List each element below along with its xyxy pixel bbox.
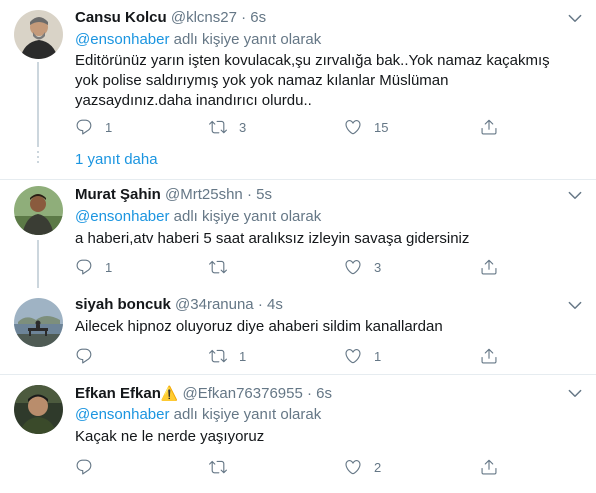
share-icon xyxy=(480,258,498,276)
share-button[interactable] xyxy=(480,117,498,137)
reply-icon xyxy=(75,118,93,136)
thread-line xyxy=(37,240,39,288)
timestamp[interactable]: 6s xyxy=(316,385,332,402)
user-name[interactable]: siyah boncuk xyxy=(75,296,171,313)
reply-button[interactable]: 1 xyxy=(75,117,112,137)
tweet[interactable]: Murat Şahin @Mrt25shn · 5s @ensonhaber a… xyxy=(0,180,596,288)
timestamp[interactable]: 4s xyxy=(267,296,283,313)
tweet-actions: 1 1 xyxy=(75,346,515,366)
user-handle[interactable]: @Efkan76376955 xyxy=(182,385,302,402)
avatar[interactable] xyxy=(14,10,63,59)
separator-dot: · xyxy=(257,296,263,313)
like-count: 1 xyxy=(374,348,382,364)
share-button[interactable] xyxy=(480,257,498,277)
tweet-header: siyah boncuk @34ranuna · 4s xyxy=(75,295,283,315)
chevron-down-icon[interactable] xyxy=(566,384,584,402)
thread-dots xyxy=(36,151,40,166)
user-name[interactable]: Efkan Efkan xyxy=(75,385,161,402)
timestamp[interactable]: 6s xyxy=(250,9,266,26)
retweet-icon xyxy=(209,258,227,276)
tweet-text: a haberi,atv haberi 5 saat aralıksız izl… xyxy=(75,230,470,247)
heart-icon xyxy=(344,258,362,276)
reply-button[interactable] xyxy=(75,346,105,366)
tweet-actions: 1 3 xyxy=(75,257,515,277)
retweet-icon xyxy=(209,118,227,136)
mention-link[interactable]: @ensonhaber xyxy=(75,31,169,48)
reply-context: @ensonhaber adlı kişiye yanıt olarak xyxy=(75,207,321,227)
avatar[interactable] xyxy=(14,186,63,235)
tweet-text: Editörünüz yarın işten kovulacak,şu zırv… xyxy=(75,52,550,109)
timestamp[interactable]: 5s xyxy=(256,186,272,203)
reply-context-label: adlı kişiye yanıt olarak xyxy=(169,208,322,225)
like-count: 15 xyxy=(374,119,389,135)
user-handle[interactable]: @Mrt25shn xyxy=(165,186,243,203)
reply-icon xyxy=(75,347,93,365)
user-handle[interactable]: @34ranuna xyxy=(175,296,254,313)
like-button[interactable]: 3 xyxy=(344,257,381,277)
tweet-header: Cansu Kolcu @klcns27 · 6s xyxy=(75,8,266,28)
reply-button[interactable]: 1 xyxy=(75,257,112,277)
tweet-header: Efkan Efkan⚠️ @Efkan76376955 · 6s xyxy=(75,383,332,404)
share-icon xyxy=(480,458,498,476)
reply-icon xyxy=(75,258,93,276)
chevron-down-icon[interactable] xyxy=(566,186,584,204)
retweet-button[interactable] xyxy=(209,457,239,477)
tweet[interactable]: Cansu Kolcu @klcns27 · 6s @ensonhaber ad… xyxy=(0,0,596,180)
retweet-icon xyxy=(209,347,227,365)
user-name[interactable]: Cansu Kolcu xyxy=(75,9,167,26)
thread-line xyxy=(37,62,39,147)
user-handle[interactable]: @klcns27 xyxy=(171,9,237,26)
retweet-button[interactable]: 3 xyxy=(209,117,246,137)
warning-icon: ⚠️ xyxy=(160,385,179,401)
tweet-header: Murat Şahin @Mrt25shn · 5s xyxy=(75,185,272,205)
avatar[interactable] xyxy=(14,385,63,434)
tweet-actions: 2 xyxy=(75,457,515,477)
share-icon xyxy=(480,347,498,365)
retweet-count: 3 xyxy=(239,119,247,135)
like-button[interactable]: 15 xyxy=(344,117,388,137)
tweet-text: Ailecek hipnoz oluyoruz diye ahaberi sil… xyxy=(75,318,443,335)
reply-context: @ensonhaber adlı kişiye yanıt olarak xyxy=(75,30,321,50)
heart-icon xyxy=(344,118,362,136)
like-button[interactable]: 2 xyxy=(344,457,381,477)
retweet-count: 1 xyxy=(239,348,247,364)
reply-count: 1 xyxy=(105,259,113,275)
separator-dot: · xyxy=(246,186,252,203)
share-icon xyxy=(480,118,498,136)
separator-dot: · xyxy=(241,9,247,26)
avatar[interactable] xyxy=(14,298,63,347)
mention-link[interactable]: @ensonhaber xyxy=(75,208,169,225)
share-button[interactable] xyxy=(480,346,498,366)
reply-context: @ensonhaber adlı kişiye yanıt olarak xyxy=(75,405,321,425)
tweet[interactable]: siyah boncuk @34ranuna · 4s Ailecek hipn… xyxy=(0,288,596,374)
show-more-replies[interactable]: 1 yanıt daha xyxy=(75,150,158,170)
reply-icon xyxy=(75,458,93,476)
like-count: 3 xyxy=(374,259,382,275)
heart-icon xyxy=(344,347,362,365)
mention-link[interactable]: @ensonhaber xyxy=(75,406,169,423)
tweet-actions: 1 3 15 xyxy=(75,117,515,137)
reply-context-label: adlı kişiye yanıt olarak xyxy=(169,31,322,48)
heart-icon xyxy=(344,458,362,476)
user-name[interactable]: Murat Şahin xyxy=(75,186,161,203)
retweet-button[interactable] xyxy=(209,257,239,277)
chevron-down-icon[interactable] xyxy=(566,296,584,314)
retweet-icon xyxy=(209,458,227,476)
separator-dot: · xyxy=(306,385,312,402)
share-button[interactable] xyxy=(480,457,498,477)
reply-count: 1 xyxy=(105,119,113,135)
like-button[interactable]: 1 xyxy=(344,346,381,366)
retweet-button[interactable]: 1 xyxy=(209,346,246,366)
like-count: 2 xyxy=(374,459,382,475)
reply-context-label: adlı kişiye yanıt olarak xyxy=(169,406,322,423)
reply-button[interactable] xyxy=(75,457,105,477)
chevron-down-icon[interactable] xyxy=(566,9,584,27)
tweet[interactable]: Efkan Efkan⚠️ @Efkan76376955 · 6s @enson… xyxy=(0,375,596,493)
tweet-text: Kaçak ne le nerde yaşıyoruz xyxy=(75,428,265,445)
